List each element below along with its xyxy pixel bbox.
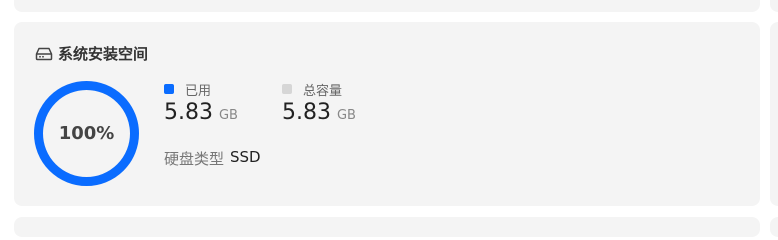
card-above [14,0,760,12]
total-swatch [282,84,292,94]
card-right-edge [770,22,778,206]
disk-type: 硬盘类型 SSD [164,148,261,169]
total-value: 5.83 [282,100,331,125]
card-header: 系统安装空间 [35,43,148,63]
used-legend: 已用 [164,80,238,99]
card-right-edge-top [770,0,778,12]
card-below [14,217,760,237]
total-stat: 总容量 5.83 GB [282,80,356,125]
total-unit: GB [336,108,356,123]
used-label: 已用 [185,83,212,99]
total-value-row: 5.83 GB [282,100,356,125]
card-right-edge-bottom [770,217,778,237]
used-value: 5.83 [164,100,213,125]
total-legend: 总容量 [282,80,356,99]
disk-type-label: 硬盘类型 [164,150,225,168]
used-unit: GB [218,108,238,123]
total-label: 总容量 [303,83,343,99]
usage-percent: 100% [58,123,115,144]
used-stat: 已用 5.83 GB [164,80,238,125]
card-title: 系统安装空间 [58,44,149,63]
used-swatch [164,84,174,94]
hard-drive-icon [35,46,53,61]
used-value-row: 5.83 GB [164,100,238,125]
disk-type-value: SSD [230,148,261,166]
